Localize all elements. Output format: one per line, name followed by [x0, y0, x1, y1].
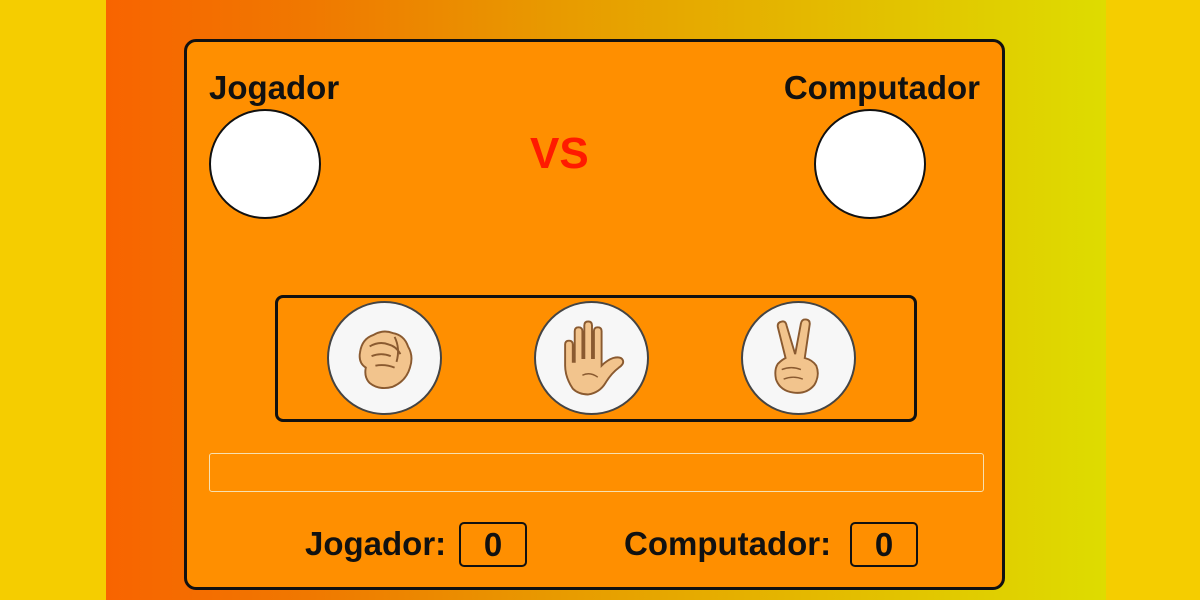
computer-score-value: 0	[850, 522, 918, 567]
computer-score-label: Computador:	[624, 525, 832, 562]
game-stage: Jogador Computador VS Jogador: 0 Computa…	[106, 0, 1106, 600]
computer-name: Computador	[783, 69, 980, 106]
player-score-label: Jogador:	[305, 525, 447, 562]
open-hand-icon	[563, 320, 624, 396]
player-choice-display	[209, 109, 321, 219]
paper-button[interactable]	[534, 301, 649, 415]
player-name: Jogador	[209, 69, 340, 106]
rock-button[interactable]	[327, 301, 442, 415]
result-message	[209, 453, 984, 492]
player-score-value: 0	[459, 522, 527, 567]
scissors-button[interactable]	[741, 301, 856, 415]
versus-label: VS	[530, 129, 589, 178]
victory-hand-icon	[773, 318, 819, 394]
computer-choice-display	[814, 109, 926, 219]
game-board: Jogador Computador VS Jogador: 0 Computa…	[184, 39, 1005, 590]
choice-panel	[275, 295, 917, 422]
fist-icon	[358, 330, 412, 390]
